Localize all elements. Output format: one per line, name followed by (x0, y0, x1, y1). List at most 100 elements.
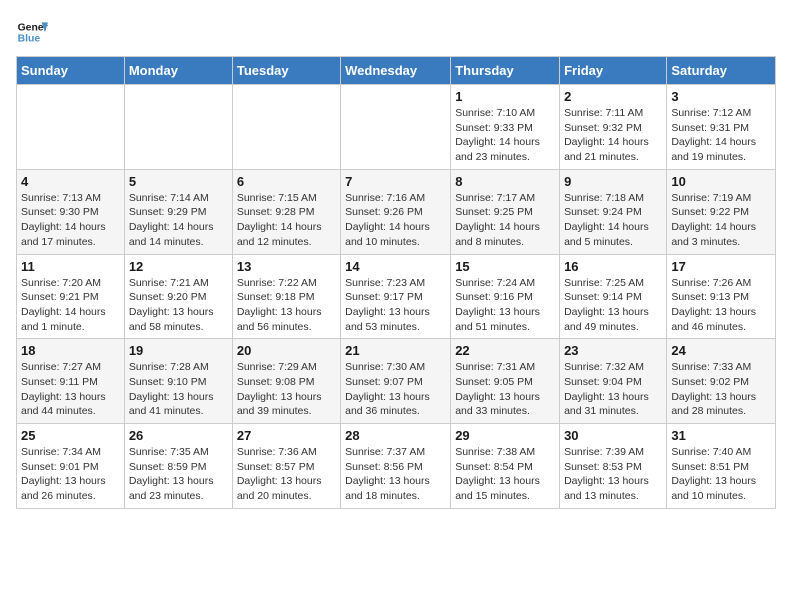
day-cell: 29 Sunrise: 7:38 AM Sunset: 8:54 PM Dayli… (451, 424, 560, 509)
day-number: 7 (345, 174, 446, 189)
day-info: Sunrise: 7:16 AM Sunset: 9:26 PM Dayligh… (345, 191, 446, 250)
day-cell: 30 Sunrise: 7:39 AM Sunset: 8:53 PM Dayli… (560, 424, 667, 509)
day-info: Sunrise: 7:22 AM Sunset: 9:18 PM Dayligh… (237, 276, 336, 335)
day-cell: 12 Sunrise: 7:21 AM Sunset: 9:20 PM Dayli… (124, 254, 232, 339)
weekday-header-thursday: Thursday (451, 57, 560, 85)
header: General Blue (16, 16, 776, 48)
weekday-header-friday: Friday (560, 57, 667, 85)
day-info: Sunrise: 7:21 AM Sunset: 9:20 PM Dayligh… (129, 276, 228, 335)
day-cell: 22 Sunrise: 7:31 AM Sunset: 9:05 PM Dayli… (451, 339, 560, 424)
day-info: Sunrise: 7:40 AM Sunset: 8:51 PM Dayligh… (671, 445, 771, 504)
day-info: Sunrise: 7:13 AM Sunset: 9:30 PM Dayligh… (21, 191, 120, 250)
logo: General Blue (16, 16, 48, 48)
day-number: 3 (671, 89, 771, 104)
weekday-header-monday: Monday (124, 57, 232, 85)
day-cell: 3 Sunrise: 7:12 AM Sunset: 9:31 PM Daylig… (667, 85, 776, 170)
weekday-header-sunday: Sunday (17, 57, 125, 85)
day-number: 29 (455, 428, 555, 443)
day-info: Sunrise: 7:26 AM Sunset: 9:13 PM Dayligh… (671, 276, 771, 335)
day-cell (232, 85, 340, 170)
day-info: Sunrise: 7:34 AM Sunset: 9:01 PM Dayligh… (21, 445, 120, 504)
day-info: Sunrise: 7:24 AM Sunset: 9:16 PM Dayligh… (455, 276, 555, 335)
day-number: 13 (237, 259, 336, 274)
week-row-1: 1 Sunrise: 7:10 AM Sunset: 9:33 PM Daylig… (17, 85, 776, 170)
day-cell (17, 85, 125, 170)
day-cell: 31 Sunrise: 7:40 AM Sunset: 8:51 PM Dayli… (667, 424, 776, 509)
day-number: 22 (455, 343, 555, 358)
weekday-header-row: SundayMondayTuesdayWednesdayThursdayFrid… (17, 57, 776, 85)
day-info: Sunrise: 7:31 AM Sunset: 9:05 PM Dayligh… (455, 360, 555, 419)
day-info: Sunrise: 7:30 AM Sunset: 9:07 PM Dayligh… (345, 360, 446, 419)
day-cell: 27Sunrise: 7:36 AM Sunset: 8:57 PM Dayli… (232, 424, 340, 509)
day-cell: 8 Sunrise: 7:17 AM Sunset: 9:25 PM Daylig… (451, 169, 560, 254)
day-number: 21 (345, 343, 446, 358)
day-info: Sunrise: 7:17 AM Sunset: 9:25 PM Dayligh… (455, 191, 555, 250)
day-info: Sunrise: 7:36 AM Sunset: 8:57 PM Dayligh… (237, 445, 336, 504)
day-number: 4 (21, 174, 120, 189)
day-number: 11 (21, 259, 120, 274)
day-info: Sunrise: 7:15 AM Sunset: 9:28 PM Dayligh… (237, 191, 336, 250)
day-number: 14 (345, 259, 446, 274)
day-number: 1 (455, 89, 555, 104)
day-cell: 24Sunrise: 7:33 AM Sunset: 9:02 PM Dayli… (667, 339, 776, 424)
day-info: Sunrise: 7:19 AM Sunset: 9:22 PM Dayligh… (671, 191, 771, 250)
day-cell: 28 Sunrise: 7:37 AM Sunset: 8:56 PM Dayli… (341, 424, 451, 509)
day-number: 12 (129, 259, 228, 274)
day-number: 31 (671, 428, 771, 443)
day-info: Sunrise: 7:10 AM Sunset: 9:33 PM Dayligh… (455, 106, 555, 165)
day-number: 2 (564, 89, 662, 104)
day-cell: 2 Sunrise: 7:11 AM Sunset: 9:32 PM Daylig… (560, 85, 667, 170)
day-info: Sunrise: 7:11 AM Sunset: 9:32 PM Dayligh… (564, 106, 662, 165)
calendar-table: SundayMondayTuesdayWednesdayThursdayFrid… (16, 56, 776, 509)
day-number: 18 (21, 343, 120, 358)
day-number: 16 (564, 259, 662, 274)
day-cell: 13 Sunrise: 7:22 AM Sunset: 9:18 PM Dayli… (232, 254, 340, 339)
day-number: 8 (455, 174, 555, 189)
day-number: 25 (21, 428, 120, 443)
day-info: Sunrise: 7:27 AM Sunset: 9:11 PM Dayligh… (21, 360, 120, 419)
day-cell: 25 Sunrise: 7:34 AM Sunset: 9:01 PM Dayli… (17, 424, 125, 509)
day-cell: 4 Sunrise: 7:13 AM Sunset: 9:30 PM Daylig… (17, 169, 125, 254)
svg-text:Blue: Blue (18, 34, 41, 45)
day-cell: 17Sunrise: 7:26 AM Sunset: 9:13 PM Dayli… (667, 254, 776, 339)
day-cell: 20 Sunrise: 7:29 AM Sunset: 9:08 PM Dayli… (232, 339, 340, 424)
day-info: Sunrise: 7:33 AM Sunset: 9:02 PM Dayligh… (671, 360, 771, 419)
day-info: Sunrise: 7:28 AM Sunset: 9:10 PM Dayligh… (129, 360, 228, 419)
day-cell: 5Sunrise: 7:14 AM Sunset: 9:29 PM Daylig… (124, 169, 232, 254)
day-info: Sunrise: 7:39 AM Sunset: 8:53 PM Dayligh… (564, 445, 662, 504)
day-number: 20 (237, 343, 336, 358)
day-info: Sunrise: 7:35 AM Sunset: 8:59 PM Dayligh… (129, 445, 228, 504)
day-info: Sunrise: 7:32 AM Sunset: 9:04 PM Dayligh… (564, 360, 662, 419)
day-cell: 26 Sunrise: 7:35 AM Sunset: 8:59 PM Dayli… (124, 424, 232, 509)
day-cell: 11 Sunrise: 7:20 AM Sunset: 9:21 PM Dayli… (17, 254, 125, 339)
day-info: Sunrise: 7:29 AM Sunset: 9:08 PM Dayligh… (237, 360, 336, 419)
day-cell: 19 Sunrise: 7:28 AM Sunset: 9:10 PM Dayli… (124, 339, 232, 424)
day-number: 28 (345, 428, 446, 443)
day-info: Sunrise: 7:12 AM Sunset: 9:31 PM Dayligh… (671, 106, 771, 165)
day-cell: 10 Sunrise: 7:19 AM Sunset: 9:22 PM Dayli… (667, 169, 776, 254)
day-number: 30 (564, 428, 662, 443)
day-number: 10 (671, 174, 771, 189)
day-info: Sunrise: 7:37 AM Sunset: 8:56 PM Dayligh… (345, 445, 446, 504)
week-row-3: 11 Sunrise: 7:20 AM Sunset: 9:21 PM Dayli… (17, 254, 776, 339)
day-number: 19 (129, 343, 228, 358)
logo-icon: General Blue (16, 16, 48, 48)
day-cell: 14Sunrise: 7:23 AM Sunset: 9:17 PM Dayli… (341, 254, 451, 339)
day-info: Sunrise: 7:20 AM Sunset: 9:21 PM Dayligh… (21, 276, 120, 335)
day-cell: 9Sunrise: 7:18 AM Sunset: 9:24 PM Daylig… (560, 169, 667, 254)
day-number: 23 (564, 343, 662, 358)
day-cell: 1 Sunrise: 7:10 AM Sunset: 9:33 PM Daylig… (451, 85, 560, 170)
day-number: 9 (564, 174, 662, 189)
day-cell: 18 Sunrise: 7:27 AM Sunset: 9:11 PM Dayli… (17, 339, 125, 424)
day-cell (341, 85, 451, 170)
day-number: 26 (129, 428, 228, 443)
day-cell: 15 Sunrise: 7:24 AM Sunset: 9:16 PM Dayli… (451, 254, 560, 339)
day-info: Sunrise: 7:38 AM Sunset: 8:54 PM Dayligh… (455, 445, 555, 504)
day-number: 15 (455, 259, 555, 274)
day-cell: 23 Sunrise: 7:32 AM Sunset: 9:04 PM Dayli… (560, 339, 667, 424)
day-cell: 6 Sunrise: 7:15 AM Sunset: 9:28 PM Daylig… (232, 169, 340, 254)
day-info: Sunrise: 7:25 AM Sunset: 9:14 PM Dayligh… (564, 276, 662, 335)
day-number: 6 (237, 174, 336, 189)
day-cell: 21 Sunrise: 7:30 AM Sunset: 9:07 PM Dayli… (341, 339, 451, 424)
week-row-2: 4 Sunrise: 7:13 AM Sunset: 9:30 PM Daylig… (17, 169, 776, 254)
